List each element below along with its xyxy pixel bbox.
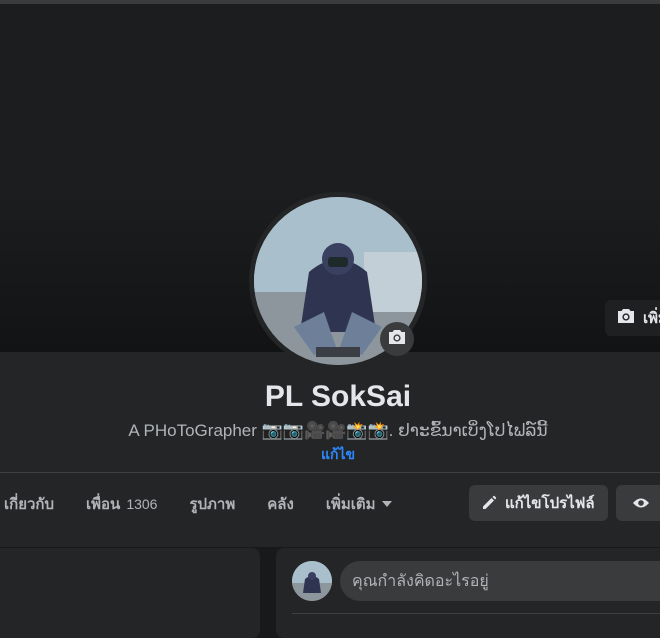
tab-photos-label: รูปภาพ xyxy=(189,496,236,513)
camera-icon xyxy=(388,329,406,350)
profile-bio: A PHoToGrapher 📷📷🎥🎥📸📸. ຢາະຂົ້ນາເບິ່ງໂປໄຟ… xyxy=(128,421,548,440)
tab-friends-label: เพื่อน xyxy=(86,496,121,513)
composer-input[interactable]: คุณกำลังคิดอะไรอยู่ xyxy=(340,561,660,601)
caret-down-icon xyxy=(381,500,393,508)
composer-divider xyxy=(292,613,660,614)
edit-bio-link[interactable]: แก้ไข xyxy=(0,444,660,466)
update-profile-picture-button[interactable] xyxy=(380,322,414,356)
tab-archive-label: คลัง xyxy=(267,496,294,513)
friends-count: 1306 xyxy=(126,496,158,512)
pencil-icon xyxy=(481,495,497,511)
composer-avatar[interactable] xyxy=(292,561,332,601)
tab-archive[interactable]: คลัง xyxy=(251,480,310,528)
camera-icon xyxy=(617,308,635,328)
edit-profile-button[interactable]: แก้ไขโปรไฟล์ xyxy=(469,485,608,521)
tab-more-label: เพิ่มเติม xyxy=(325,496,376,513)
edit-profile-label: แก้ไขโปรไฟล์ xyxy=(505,495,595,512)
profile-name: PL SokSai xyxy=(264,380,412,413)
eye-icon xyxy=(632,497,650,509)
intro-card xyxy=(0,548,260,638)
tab-about[interactable]: เกี่ยวกับ xyxy=(0,480,70,528)
tab-photos[interactable]: รูปภาพ xyxy=(173,480,251,528)
add-cover-photo-button[interactable]: เพิ่ม xyxy=(605,300,660,336)
tabs-divider xyxy=(0,472,660,473)
tab-friends[interactable]: เพื่อน 1306 xyxy=(70,480,173,528)
tab-about-label: เกี่ยวกับ xyxy=(4,496,55,513)
profile-tabs: เกี่ยวกับ เพื่อน 1306 รูปภาพ คลัง เพิ่มเ… xyxy=(0,480,409,528)
tab-more[interactable]: เพิ่มเติม xyxy=(310,480,410,528)
add-cover-photo-label: เพิ่ม xyxy=(643,310,660,327)
view-as-button[interactable] xyxy=(616,485,660,521)
